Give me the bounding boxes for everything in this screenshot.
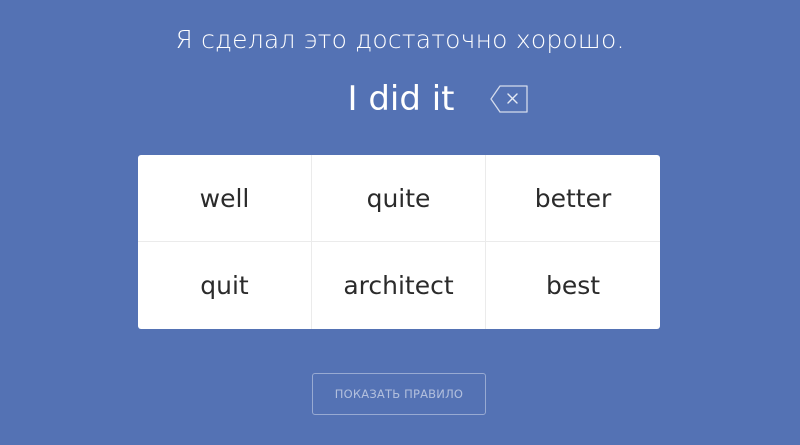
option-better[interactable]: better	[486, 155, 660, 242]
backspace-icon[interactable]	[489, 84, 529, 114]
option-best[interactable]: best	[486, 242, 660, 329]
option-architect[interactable]: architect	[312, 242, 486, 329]
exercise-prompt: Я сделал это достаточно хорошо.	[175, 25, 625, 54]
answer-row: I did it	[0, 76, 800, 122]
option-quite[interactable]: quite	[312, 155, 486, 242]
option-quit[interactable]: quit	[138, 242, 312, 329]
show-rule-button[interactable]: ПОКАЗАТЬ ПРАВИЛО	[312, 373, 486, 415]
option-well[interactable]: well	[138, 155, 312, 242]
word-options-grid: well quite better quit architect best	[138, 155, 660, 329]
answer-text: I did it	[347, 79, 455, 119]
